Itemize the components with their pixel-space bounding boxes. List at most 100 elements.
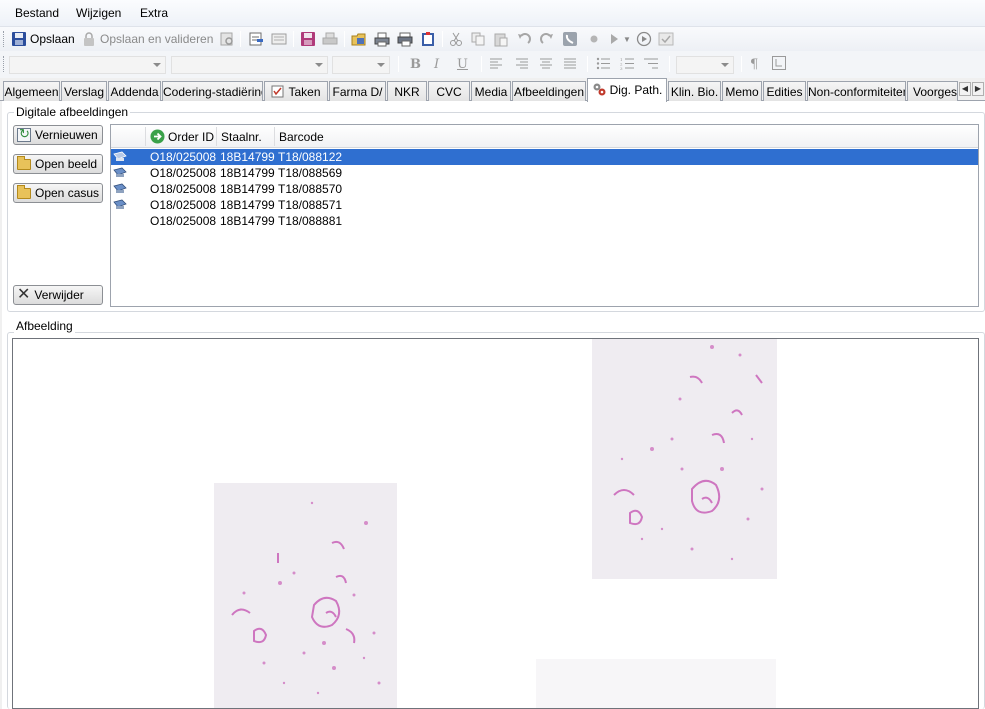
tab-klin-bio[interactable]: Klin. Bio. <box>668 81 721 101</box>
tab-nkr[interactable]: NKR <box>387 81 427 101</box>
column-header-order-id[interactable]: Order ID <box>168 130 214 144</box>
cell-barcode: T18/088569 <box>278 166 343 180</box>
images-grid[interactable]: Order ID Staalnr. Barcode O18/025008 18B… <box>110 124 979 307</box>
tab-label: Memo <box>725 85 759 99</box>
font-family-select[interactable] <box>171 56 328 74</box>
column-header-sample[interactable]: Staalnr. <box>221 130 262 144</box>
menu-bar: Bestand Wijzigen Extra <box>0 0 985 27</box>
redo-button[interactable] <box>539 30 555 48</box>
bullet-list-icon[interactable] <box>596 57 610 74</box>
main-toolbar: Opslaan Opslaan en valideren ▼ <box>0 27 985 51</box>
table-row[interactable]: O18/025008 18B14799 T18/088571 <box>111 197 978 213</box>
tissue-slide-image[interactable] <box>214 483 397 708</box>
tab-label: Algemeen <box>4 85 59 99</box>
font-size-select[interactable] <box>332 56 390 74</box>
italic-icon[interactable]: I <box>434 57 439 72</box>
tab-codering-stadiering[interactable]: Codering-stadiëring <box>162 81 263 101</box>
cell-order-id: O18/025008 <box>150 198 217 212</box>
remove-label: Verwijder <box>34 288 84 302</box>
play-circle-button[interactable] <box>636 30 652 48</box>
tab-scroll-right-icon[interactable]: ▶ <box>972 82 984 96</box>
multilevel-list-icon[interactable] <box>644 57 658 74</box>
text-box-icon[interactable] <box>772 56 786 74</box>
clipboard-button[interactable] <box>420 30 436 48</box>
preview-button[interactable] <box>219 30 235 48</box>
open-image-label: Open beeld <box>35 157 98 171</box>
menu-bestand[interactable]: Bestand <box>15 6 59 20</box>
tab-addenda[interactable]: Addenda <box>108 81 161 101</box>
tab-voorgeschiedenis[interactable]: Voorgesc <box>907 81 958 101</box>
image-legend: Afbeelding <box>14 319 75 333</box>
align-right-icon[interactable] <box>516 57 528 73</box>
open-case-button[interactable]: Open casus <box>13 183 103 203</box>
numbered-list-icon[interactable]: 123 <box>620 57 634 74</box>
print-button[interactable] <box>374 30 390 48</box>
table-row[interactable]: O18/025008 18B14799 T18/088569 <box>111 165 978 181</box>
tab-dig-path[interactable]: Dig. Path. <box>587 78 667 102</box>
toolbar-separator <box>442 31 443 47</box>
menu-extra[interactable]: Extra <box>140 6 168 20</box>
save-validate-button[interactable]: Opslaan en valideren <box>81 30 213 48</box>
style-select[interactable] <box>9 56 166 74</box>
tissue-slide-image[interactable] <box>536 659 776 708</box>
align-center-icon[interactable] <box>540 57 552 73</box>
column-separator <box>145 127 146 146</box>
tab-scroll-left-icon[interactable]: ◀ <box>959 82 971 96</box>
table-row[interactable]: O18/025008 18B14799 T18/088881 <box>111 213 978 229</box>
underline-icon[interactable]: U <box>457 57 468 72</box>
toolbar-grip[interactable] <box>3 31 6 47</box>
refresh-button[interactable]: Vernieuwen <box>13 125 103 145</box>
toolbar-separator <box>587 56 588 72</box>
tab-label: Addenda <box>110 85 159 99</box>
copy-button[interactable] <box>470 30 486 48</box>
print-disabled-button[interactable] <box>322 30 338 48</box>
cell-sample: 18B14799 <box>220 214 275 228</box>
align-left-icon[interactable] <box>490 57 502 73</box>
cell-sample: 18B14799 <box>220 198 275 212</box>
record-button[interactable] <box>586 30 602 48</box>
tab-verslag[interactable]: Verslag <box>61 81 107 101</box>
save-disk-button[interactable] <box>300 30 316 48</box>
cell-barcode: T18/088571 <box>278 198 343 212</box>
menu-wijzigen[interactable]: Wijzigen <box>76 6 121 20</box>
column-header-barcode[interactable]: Barcode <box>279 130 324 144</box>
save-button[interactable]: Opslaan <box>11 30 75 48</box>
undo-button[interactable] <box>516 30 532 48</box>
tab-afbeeldingen[interactable]: Afbeeldingen <box>512 81 586 101</box>
tab-edities[interactable]: Edities <box>763 81 806 101</box>
tab-label: Afbeeldingen <box>513 85 585 99</box>
tissue-slide-image[interactable] <box>592 339 777 579</box>
open-image-button[interactable]: Open beeld <box>13 154 103 174</box>
play-dropdown-button[interactable]: ▼ <box>606 30 631 48</box>
chevron-down-icon <box>721 63 729 67</box>
align-justify-icon[interactable] <box>564 57 576 73</box>
chevron-down-icon <box>153 63 161 67</box>
table-row[interactable]: O18/025008 18B14799 T18/088570 <box>111 181 978 197</box>
approve-button[interactable] <box>658 30 674 48</box>
refresh-label: Vernieuwen <box>35 128 98 142</box>
tab-algemeen[interactable]: Algemeen <box>3 81 60 101</box>
print-multiple-button[interactable] <box>397 30 413 48</box>
pilcrow-icon[interactable]: ¶ <box>750 57 758 72</box>
paste-button[interactable] <box>493 30 509 48</box>
list-view-button[interactable] <box>271 30 287 48</box>
heading-select[interactable] <box>676 56 734 74</box>
tab-label: Dig. Path. <box>609 83 663 97</box>
tab-cvc[interactable]: CVC <box>428 81 470 101</box>
tab-taken[interactable]: Taken <box>264 81 328 101</box>
open-folder-button[interactable] <box>351 30 367 48</box>
tab-media[interactable]: Media <box>471 81 511 101</box>
image-viewer[interactable] <box>12 338 979 709</box>
toolbar-grip[interactable] <box>3 56 6 72</box>
cut-button[interactable] <box>448 30 464 48</box>
bold-icon[interactable]: B <box>410 57 421 72</box>
edit-document-button[interactable] <box>248 30 264 48</box>
table-row[interactable]: O18/025008 18B14799 T18/088122 <box>111 149 978 165</box>
tab-memo[interactable]: Memo <box>722 81 762 101</box>
phone-button[interactable] <box>562 30 578 48</box>
remove-button[interactable]: ✕ Verwijder <box>13 285 103 305</box>
tab-non-conformiteiten[interactable]: Non-conformiteiten <box>807 81 906 101</box>
folder-open-icon <box>17 155 31 170</box>
cell-barcode: T18/088122 <box>278 150 343 164</box>
tab-farma[interactable]: Farma D/ <box>329 81 386 101</box>
